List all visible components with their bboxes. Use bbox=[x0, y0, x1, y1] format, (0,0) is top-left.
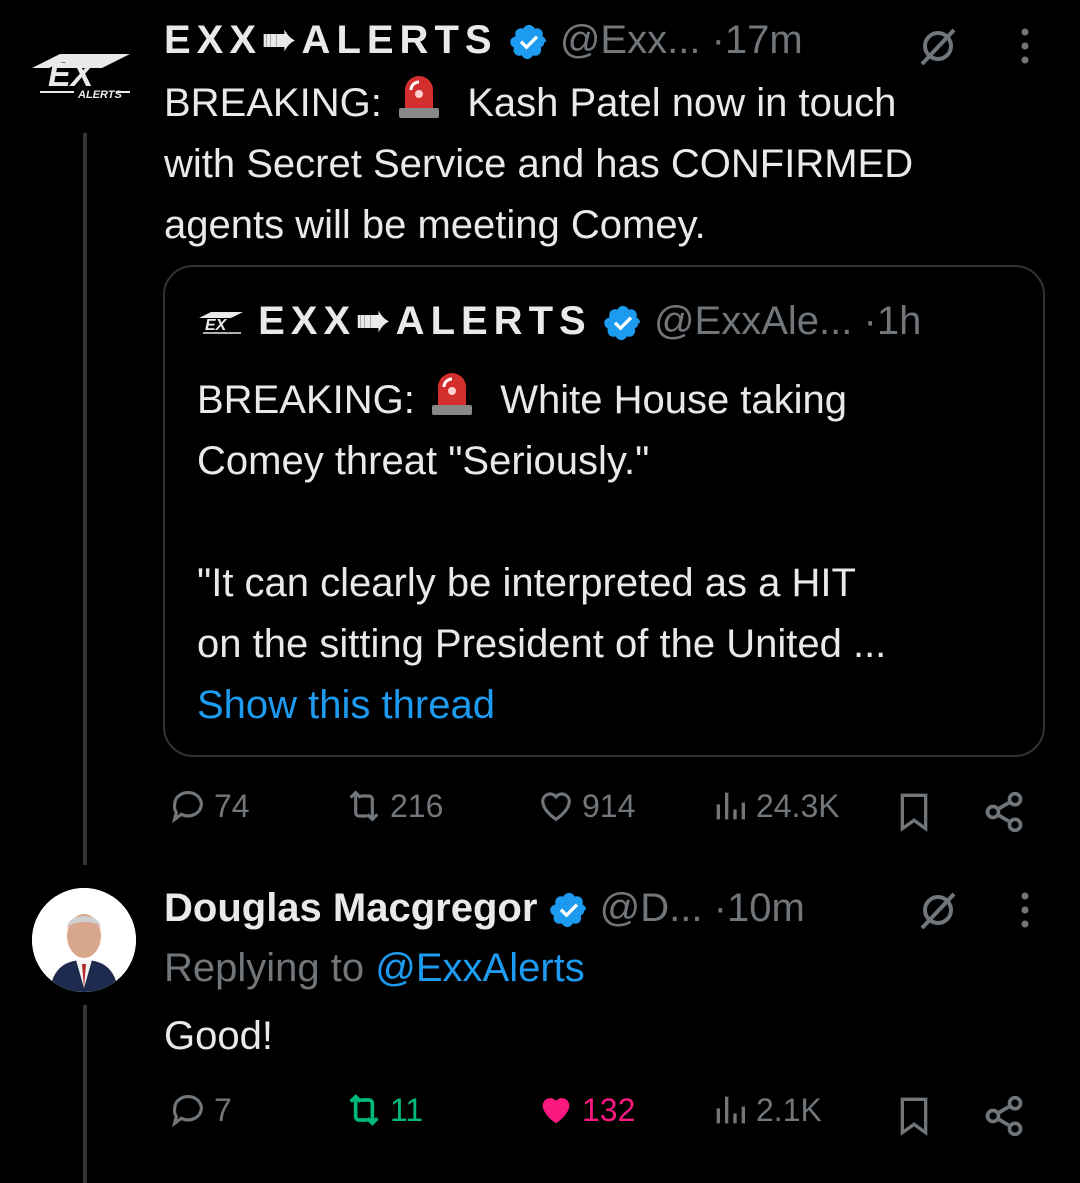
reply-icon bbox=[172, 1094, 203, 1128]
more-icon[interactable] bbox=[1014, 24, 1036, 68]
reply-button[interactable]: 74 bbox=[168, 786, 250, 826]
reply-icon bbox=[172, 790, 203, 824]
verified-badge-icon bbox=[549, 893, 586, 928]
views-button[interactable]: 2.1K bbox=[710, 1090, 822, 1130]
quote-header: EX EXX➠ALERTS @ExxAle... ·1h bbox=[197, 297, 921, 345]
show-thread-link[interactable]: Show this thread bbox=[197, 677, 495, 733]
thread-line-1 bbox=[83, 133, 87, 865]
tweet-1-line2: with Secret Service and has CONFIRMED bbox=[164, 142, 914, 186]
reply-count: 7 bbox=[214, 1091, 232, 1128]
verified-badge-icon bbox=[509, 25, 546, 60]
views-count: 2.1K bbox=[756, 1091, 822, 1128]
quote-line4: on the sitting President of the United .… bbox=[197, 622, 887, 666]
avatar-douglas-macgregor[interactable] bbox=[32, 888, 136, 992]
timestamp[interactable]: 17m bbox=[725, 18, 803, 62]
exx-alerts-small-logo-icon: EX bbox=[199, 312, 243, 334]
tweet-1-actions: 74 216 914 24.3K bbox=[164, 786, 1044, 836]
more-icon[interactable] bbox=[1014, 888, 1036, 932]
share-icon[interactable] bbox=[982, 790, 1026, 834]
quote-timestamp[interactable]: 1h bbox=[877, 299, 922, 343]
tweet-1-line3: agents will be meeting Comey. bbox=[164, 203, 706, 247]
separator-dot: · bbox=[713, 886, 727, 930]
views-icon bbox=[716, 1096, 745, 1124]
quote-text: BREAKING: White House taking Comey threa… bbox=[197, 365, 1027, 675]
handle[interactable]: @Exx... bbox=[560, 18, 701, 62]
like-count: 132 bbox=[582, 1091, 636, 1128]
views-button[interactable]: 24.3K bbox=[710, 786, 840, 826]
separator-dot: · bbox=[711, 18, 725, 62]
bookmark-icon[interactable] bbox=[894, 1094, 934, 1138]
svg-text:EX: EX bbox=[205, 317, 228, 334]
views-count: 24.3K bbox=[756, 787, 840, 824]
quote-line3: "It can clearly be interpreted as a HIT bbox=[197, 561, 856, 605]
replying-handle-link[interactable]: @ExxAlerts bbox=[375, 946, 585, 990]
siren-emoji-icon bbox=[431, 373, 472, 415]
like-icon bbox=[541, 792, 571, 822]
tweet-1-line1: Kash Patel now in touch bbox=[467, 81, 897, 125]
tweet-1-header: EXX➠ALERTS @Exx... ·17m bbox=[164, 16, 803, 64]
repost-count: 216 bbox=[390, 787, 444, 824]
separator-dot: · bbox=[863, 299, 877, 343]
verified-badge-icon bbox=[604, 306, 640, 341]
timestamp[interactable]: 10m bbox=[727, 886, 805, 930]
quote-handle[interactable]: @ExxAle... bbox=[654, 299, 852, 343]
display-name[interactable]: Douglas Macgregor bbox=[164, 886, 537, 930]
repost-button[interactable]: 216 bbox=[344, 786, 443, 826]
like-count: 914 bbox=[582, 787, 636, 824]
replying-prefix: Replying to bbox=[164, 946, 365, 990]
quote-display-name[interactable]: EXX➠ALERTS bbox=[258, 299, 592, 343]
tweet-2-actions: 7 11 132 2.1K bbox=[164, 1090, 1044, 1140]
reply-button[interactable]: 7 bbox=[168, 1090, 232, 1130]
repost-icon bbox=[349, 790, 379, 822]
display-name[interactable]: EXX➠ALERTS bbox=[164, 18, 498, 62]
tweet-1-text: BREAKING: Kash Patel now in touch with S… bbox=[164, 68, 1034, 256]
quote-line1: White House taking bbox=[500, 378, 848, 422]
profile-photo bbox=[32, 888, 136, 992]
replying-to: Replying to @ExxAlerts bbox=[164, 944, 585, 992]
siren-emoji-icon bbox=[398, 76, 439, 118]
repost-count: 11 bbox=[390, 1091, 424, 1128]
repost-button[interactable]: 11 bbox=[344, 1090, 423, 1130]
quoted-tweet[interactable]: EX EXX➠ALERTS @ExxAle... ·1h BREAKING: W… bbox=[163, 265, 1045, 757]
repost-icon bbox=[349, 1094, 379, 1126]
thread-line-2 bbox=[83, 1005, 87, 1183]
tweet-2-text: Good! bbox=[164, 1014, 273, 1058]
logo-sub-text: ALERTS bbox=[77, 89, 122, 101]
grok-icon[interactable] bbox=[916, 24, 960, 68]
quote-breaking-label: BREAKING: bbox=[197, 378, 415, 422]
bookmark-icon[interactable] bbox=[894, 790, 934, 834]
exx-alerts-logo-icon: EX ALERTS bbox=[32, 54, 130, 101]
like-button[interactable]: 914 bbox=[536, 786, 635, 826]
share-icon[interactable] bbox=[982, 1094, 1026, 1138]
quote-line2: Comey threat "Seriously." bbox=[197, 439, 650, 483]
breaking-label: BREAKING: bbox=[164, 81, 382, 125]
tweet-2-header: Douglas Macgregor @D... ·10m bbox=[164, 884, 805, 932]
avatar-exxalerts[interactable]: EX ALERTS bbox=[30, 48, 134, 104]
reply-count: 74 bbox=[214, 787, 250, 824]
grok-icon[interactable] bbox=[916, 888, 960, 932]
handle[interactable]: @D... bbox=[600, 886, 703, 930]
like-button[interactable]: 132 bbox=[536, 1090, 635, 1130]
like-icon bbox=[542, 1098, 570, 1124]
views-icon bbox=[716, 792, 745, 820]
